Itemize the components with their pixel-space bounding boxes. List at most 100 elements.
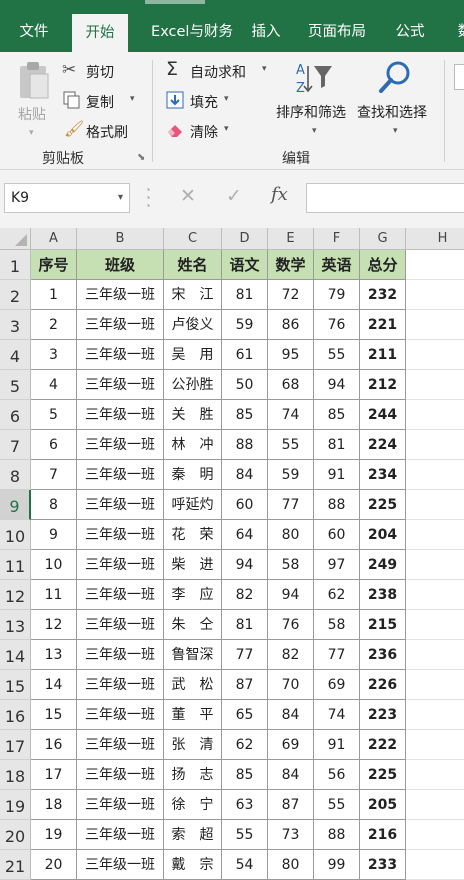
row-header-16[interactable]: 16 xyxy=(0,700,31,730)
row-header-2[interactable]: 2 xyxy=(0,280,31,310)
table-cell[interactable]: 三年级一班 xyxy=(77,580,164,610)
table-cell[interactable]: 69 xyxy=(268,730,314,760)
column-header-g[interactable]: G xyxy=(360,228,406,250)
table-cell[interactable]: 84 xyxy=(268,760,314,790)
select-all-corner[interactable] xyxy=(0,228,31,250)
table-cell[interactable]: 79 xyxy=(314,280,360,310)
table-cell[interactable]: 225 xyxy=(360,760,406,790)
empty-cell[interactable] xyxy=(406,670,464,700)
table-cell[interactable]: 76 xyxy=(268,610,314,640)
table-cell[interactable]: 3 xyxy=(31,340,77,370)
table-cell[interactable]: 236 xyxy=(360,640,406,670)
table-cell[interactable]: 63 xyxy=(222,790,268,820)
header-cell[interactable]: 数学 xyxy=(268,250,314,280)
empty-cell[interactable] xyxy=(406,550,464,580)
header-cell[interactable]: 英语 xyxy=(314,250,360,280)
table-cell[interactable]: 三年级一班 xyxy=(77,700,164,730)
table-cell[interactable]: 81 xyxy=(314,430,360,460)
table-cell[interactable]: 58 xyxy=(314,610,360,640)
table-cell[interactable]: 249 xyxy=(360,550,406,580)
table-cell[interactable]: 花 荣 xyxy=(164,520,222,550)
table-cell[interactable]: 226 xyxy=(360,670,406,700)
empty-cell[interactable] xyxy=(406,580,464,610)
header-cell[interactable]: 总分 xyxy=(360,250,406,280)
empty-cell[interactable] xyxy=(406,430,464,460)
table-cell[interactable]: 95 xyxy=(268,340,314,370)
table-cell[interactable]: 238 xyxy=(360,580,406,610)
table-cell[interactable]: 12 xyxy=(31,610,77,640)
tab-file[interactable]: 文件 xyxy=(6,12,62,52)
row-header-11[interactable]: 11 xyxy=(0,550,31,580)
table-cell[interactable]: 董 平 xyxy=(164,700,222,730)
table-cell[interactable]: 林 冲 xyxy=(164,430,222,460)
table-cell[interactable]: 公孙胜 xyxy=(164,370,222,400)
row-header-8[interactable]: 8 xyxy=(0,460,31,490)
table-cell[interactable]: 76 xyxy=(314,310,360,340)
row-header-15[interactable]: 15 xyxy=(0,670,31,700)
table-cell[interactable]: 三年级一班 xyxy=(77,520,164,550)
table-cell[interactable]: 三年级一班 xyxy=(77,790,164,820)
table-cell[interactable]: 5 xyxy=(31,400,77,430)
table-cell[interactable]: 14 xyxy=(31,670,77,700)
table-cell[interactable]: 18 xyxy=(31,790,77,820)
table-cell[interactable]: 222 xyxy=(360,730,406,760)
table-cell[interactable]: 三年级一班 xyxy=(77,640,164,670)
table-cell[interactable]: 223 xyxy=(360,700,406,730)
table-cell[interactable]: 三年级一班 xyxy=(77,610,164,640)
table-cell[interactable]: 225 xyxy=(360,490,406,520)
table-cell[interactable]: 82 xyxy=(222,580,268,610)
row-header-12[interactable]: 12 xyxy=(0,580,31,610)
table-cell[interactable]: 82 xyxy=(268,640,314,670)
table-cell[interactable]: 55 xyxy=(314,790,360,820)
table-cell[interactable]: 56 xyxy=(314,760,360,790)
autosum-button[interactable]: Σ 自动求和 ▾ xyxy=(166,58,272,82)
row-header-6[interactable]: 6 xyxy=(0,400,31,430)
row-header-17[interactable]: 17 xyxy=(0,730,31,760)
worksheet-grid[interactable]: A B C D E F G H 1 序号 班级 姓名 语文 数学 英语 总分 2 1 三年级一班宋 江 81 72 79 2… xyxy=(0,228,464,880)
table-cell[interactable]: 99 xyxy=(314,850,360,880)
table-cell[interactable]: 94 xyxy=(314,370,360,400)
table-cell[interactable]: 72 xyxy=(268,280,314,310)
table-cell[interactable]: 2 xyxy=(31,310,77,340)
table-cell[interactable]: 呼延灼 xyxy=(164,490,222,520)
table-cell[interactable]: 87 xyxy=(222,670,268,700)
empty-cell[interactable] xyxy=(406,820,464,850)
drag-handle-icon[interactable]: · · · xyxy=(146,182,151,214)
column-header-f[interactable]: F xyxy=(314,228,360,250)
header-cell[interactable]: 序号 xyxy=(31,250,77,280)
table-cell[interactable]: 58 xyxy=(268,550,314,580)
table-cell[interactable]: 李 应 xyxy=(164,580,222,610)
row-header-10[interactable]: 10 xyxy=(0,520,31,550)
ribbon-overflow-box[interactable] xyxy=(454,64,464,90)
table-cell[interactable]: 62 xyxy=(222,730,268,760)
empty-cell[interactable] xyxy=(406,520,464,550)
table-cell[interactable]: 232 xyxy=(360,280,406,310)
table-cell[interactable]: 鲁智深 xyxy=(164,640,222,670)
table-cell[interactable]: 55 xyxy=(314,340,360,370)
table-cell[interactable]: 62 xyxy=(314,580,360,610)
table-cell[interactable]: 宋 江 xyxy=(164,280,222,310)
enter-icon[interactable]: ✓ xyxy=(226,185,242,207)
table-cell[interactable]: 74 xyxy=(314,700,360,730)
table-cell[interactable]: 卢俊义 xyxy=(164,310,222,340)
table-cell[interactable]: 77 xyxy=(268,490,314,520)
table-cell[interactable]: 60 xyxy=(222,490,268,520)
empty-cell[interactable] xyxy=(406,310,464,340)
empty-cell[interactable] xyxy=(406,400,464,430)
table-cell[interactable]: 91 xyxy=(314,460,360,490)
column-header-a[interactable]: A xyxy=(31,228,77,250)
empty-cell[interactable] xyxy=(406,850,464,880)
table-cell[interactable]: 7 xyxy=(31,460,77,490)
column-header-c[interactable]: C xyxy=(164,228,222,250)
table-cell[interactable]: 215 xyxy=(360,610,406,640)
tab-home[interactable]: 开始 xyxy=(72,14,128,52)
table-cell[interactable]: 68 xyxy=(268,370,314,400)
table-cell[interactable]: 234 xyxy=(360,460,406,490)
tab-page-layout[interactable]: 页面布局 xyxy=(302,12,372,52)
table-cell[interactable]: 4 xyxy=(31,370,77,400)
table-cell[interactable]: 94 xyxy=(222,550,268,580)
find-select-button[interactable]: 查找和选择 ▾ xyxy=(357,60,435,140)
empty-cell[interactable] xyxy=(406,610,464,640)
table-cell[interactable]: 三年级一班 xyxy=(77,670,164,700)
table-cell[interactable]: 三年级一班 xyxy=(77,490,164,520)
